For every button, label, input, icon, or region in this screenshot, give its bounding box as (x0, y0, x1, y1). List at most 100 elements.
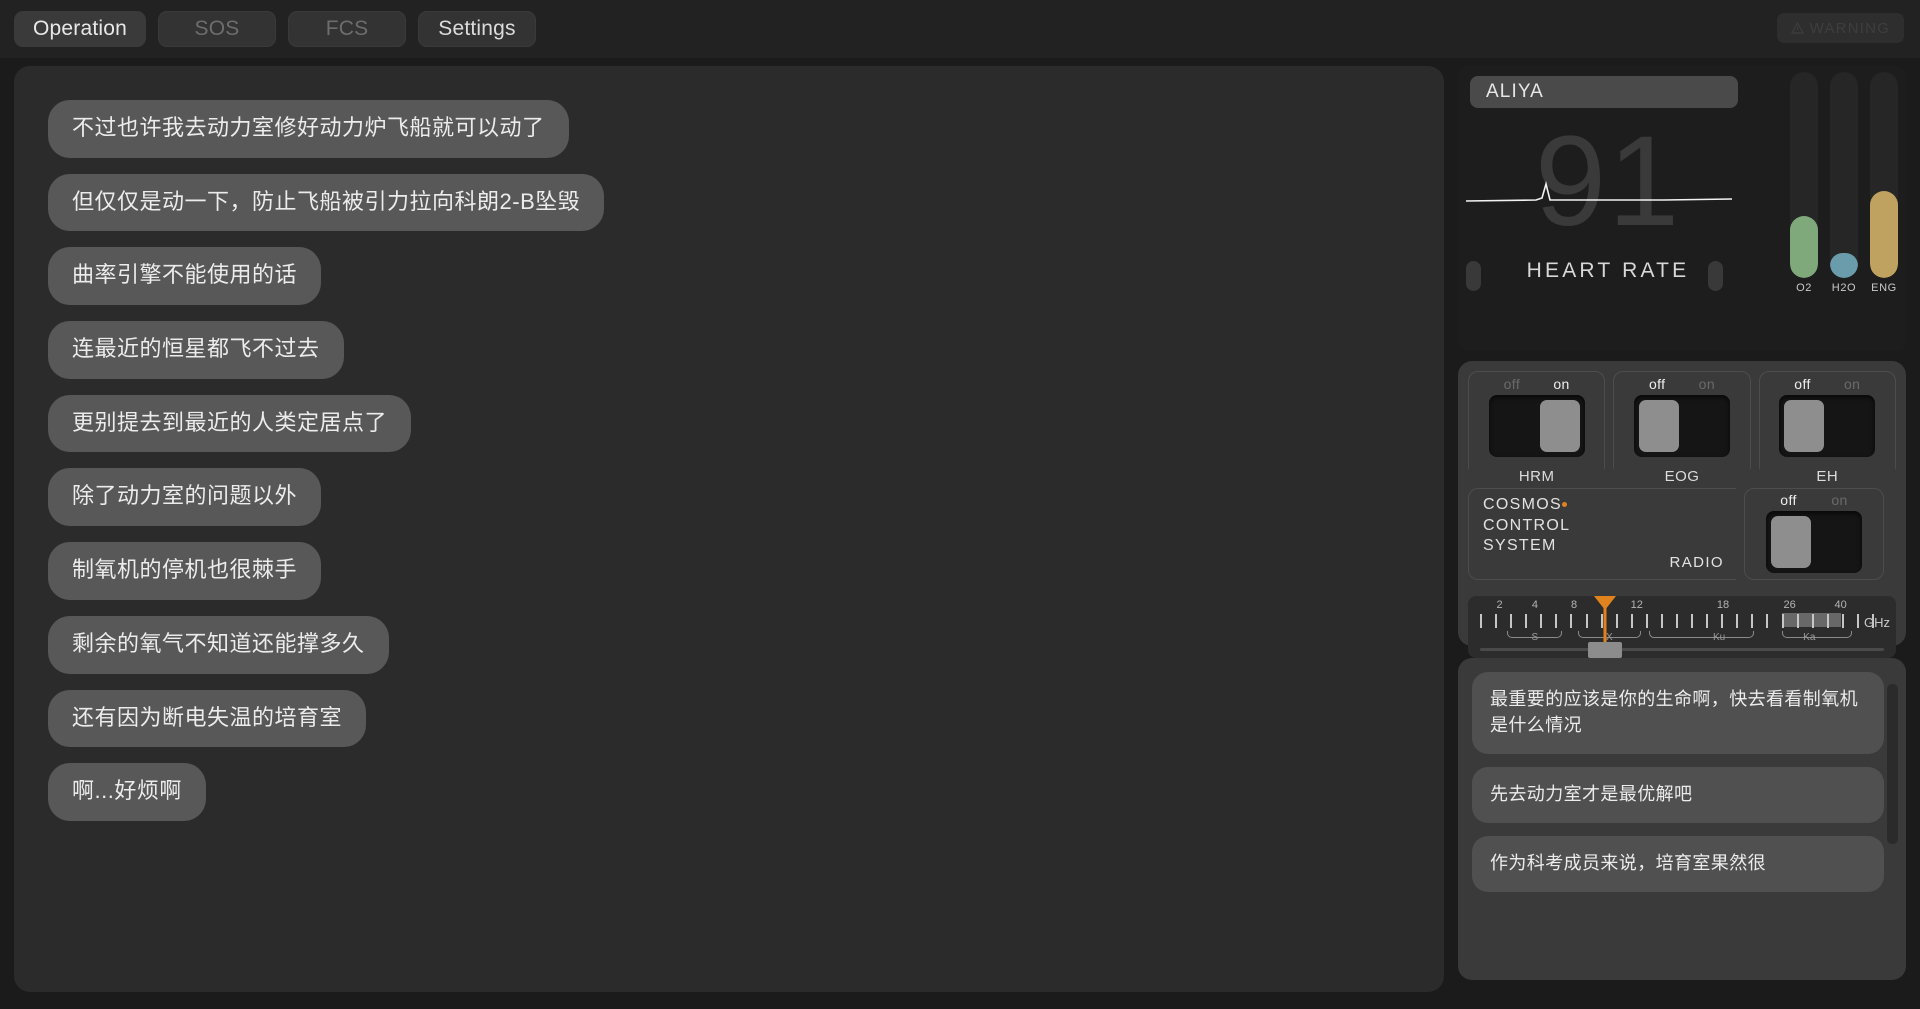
chat-message-list: 不过也许我去动力室修好动力炉飞船就可以动了 但仅仅是动一下，防止飞船被引力拉向科朗… (48, 100, 1444, 821)
switch-eh[interactable]: off on EH (1758, 371, 1896, 485)
tab-settings[interactable]: Settings (418, 11, 537, 47)
switch-body[interactable] (1633, 395, 1730, 457)
frequency-tick (1796, 614, 1799, 628)
chat-panel: 不过也许我去动力室修好动力炉飞船就可以动了 但仅仅是动一下，防止飞船被引力拉向科朗… (14, 66, 1444, 992)
switch-labels: off on (1469, 376, 1604, 392)
frequency-scale-number: 2 (1496, 599, 1503, 611)
frequency-scale-number: 18 (1716, 599, 1730, 611)
frequency-band-brace (1781, 631, 1853, 638)
switch-radio[interactable]: off on (1744, 488, 1884, 580)
switch-knob[interactable] (1539, 400, 1580, 452)
dialogue-options-list: 最重要的应该是你的生命啊，快去看看制氧机是什么情况先去动力室才是最优解吧 作为科考… (1472, 672, 1884, 893)
chat-message: 啊...好烦啊 (48, 763, 206, 821)
frequency-slider-handle[interactable] (1588, 642, 1623, 658)
radio-label: RADIO (1669, 554, 1724, 571)
dialogue-option[interactable]: 先去动力室才是最优解吧 (1472, 767, 1884, 824)
chat-message: 除了动力室的问题以外 (48, 468, 322, 527)
warning-label: WARNING (1809, 19, 1890, 37)
frequency-tick (1510, 614, 1513, 628)
frequency-slider[interactable]: GHz 2 4 8 12 18 26 40 S X Ku Ka (1468, 596, 1896, 658)
switch-labels: off on (1760, 376, 1895, 392)
gauge-fill (1790, 216, 1818, 278)
chat-message: 连最近的恒星都飞不过去 (48, 321, 344, 379)
switch-radio-knob[interactable] (1771, 516, 1811, 568)
gauge-h2o: H2O (1830, 72, 1858, 294)
switch-radio-on-label: on (1831, 492, 1848, 508)
dialogue-option[interactable]: 作为科考成员来说，培育室果然很 (1472, 836, 1884, 893)
warning-triangle-icon (1790, 22, 1804, 34)
frequency-tick (1751, 614, 1754, 628)
frequency-tick (1525, 614, 1528, 628)
crew-name: ALIYA (1486, 81, 1544, 102)
gauge-o2: O2 (1790, 72, 1818, 294)
resource-gauges: O2 H2O ENG (1790, 72, 1898, 294)
app-root: Operation SOS FCS Settings WARNING 不过也许我… (0, 0, 1920, 1009)
dialogue-options-panel: 最重要的应该是你的生命啊，快去看看制氧机是什么情况先去动力室才是最优解吧 作为科考… (1458, 658, 1906, 980)
tab-sos[interactable]: SOS (158, 11, 277, 47)
cosmos-control-block: COSMOS CONTROL SYSTEM RADIO off on (1468, 488, 1896, 588)
gauge-track (1830, 72, 1858, 278)
frequency-scale-number: 40 (1834, 599, 1847, 611)
crew-name-plate: ALIYA (1470, 76, 1738, 108)
cosmos-control-title: COSMOS CONTROL SYSTEM (1483, 495, 1736, 557)
frequency-tick (1615, 614, 1618, 628)
frequency-band-label: S (1531, 632, 1539, 643)
frequency-scale-number: 26 (1783, 599, 1796, 611)
frequency-band-label: Ka (1803, 632, 1816, 643)
gauge-fill (1870, 191, 1898, 278)
switch-on-label: on (1553, 376, 1570, 392)
tab-operation[interactable]: Operation (14, 11, 147, 47)
frequency-tick (1811, 614, 1814, 628)
chat-message: 剩余的氧气不知道还能撑多久 (48, 615, 389, 674)
frequency-tick (1872, 614, 1874, 628)
orange-dot-icon (1561, 502, 1567, 507)
gauge-track (1870, 72, 1898, 278)
warning-button[interactable]: WARNING (1776, 13, 1904, 43)
frequency-tick (1540, 614, 1543, 628)
vitals-indicator-left (1466, 261, 1481, 291)
frequency-tick (1600, 614, 1603, 628)
frequency-tick (1480, 614, 1482, 628)
frequency-tick (1721, 614, 1724, 628)
frequency-tick (1706, 614, 1709, 628)
frequency-tick (1630, 614, 1633, 628)
chat-message: 更别提去到最近的人类定居点了 (48, 394, 412, 453)
frequency-tick (1781, 614, 1784, 628)
switch-body[interactable] (1488, 395, 1585, 457)
frequency-tick (1676, 614, 1678, 628)
frequency-tick (1856, 614, 1859, 628)
gauge-label: O2 (1796, 282, 1812, 294)
frequency-needle-head-icon (1594, 596, 1617, 610)
switch-name: EOG (1614, 468, 1750, 485)
frequency-track[interactable] (1480, 648, 1884, 651)
switch-on-label: on (1698, 376, 1716, 392)
frequency-scale-number: 12 (1630, 599, 1643, 611)
frequency-scale-number: 4 (1531, 599, 1538, 611)
tab-operation-label: Operation (33, 17, 128, 40)
frequency-tick (1841, 614, 1844, 628)
tab-settings-label: Settings (438, 17, 516, 40)
gauge-label: ENG (1871, 282, 1897, 294)
switch-hrm[interactable]: off on HRM (1468, 371, 1606, 485)
frequency-tick (1585, 614, 1588, 628)
switch-radio-body[interactable] (1766, 511, 1862, 573)
switch-body[interactable] (1779, 395, 1876, 457)
right-column: ALIYA 91 HEART RATE O2 H2O ENG off on HRM off… (1458, 66, 1906, 980)
tab-sos-label: SOS (194, 17, 240, 40)
switch-off-label: off (1503, 376, 1521, 392)
chat-message: 不过也许我去动力室修好动力炉飞船就可以动了 (48, 100, 569, 158)
options-scrollbar[interactable] (1887, 684, 1898, 844)
gauge-fill (1830, 253, 1858, 278)
frequency-scale-number: 8 (1571, 599, 1578, 611)
frequency-tick (1766, 614, 1769, 628)
dialogue-option[interactable]: 最重要的应该是你的生命啊，快去看看制氧机是什么情况 (1472, 672, 1884, 755)
switch-labels: off on (1614, 376, 1749, 392)
chat-message: 但仅仅是动一下，防止飞船被引力拉向科朗2-B坠毁 (48, 173, 605, 232)
frequency-tick (1645, 614, 1648, 628)
switch-eog[interactable]: off on EOG (1613, 371, 1751, 485)
ecg-waveform-icon (1465, 180, 1733, 202)
switch-knob[interactable] (1638, 400, 1679, 452)
switch-knob[interactable] (1784, 400, 1825, 452)
tab-fcs[interactable]: FCS (288, 11, 407, 47)
switch-radio-labels: off on (1745, 492, 1883, 508)
